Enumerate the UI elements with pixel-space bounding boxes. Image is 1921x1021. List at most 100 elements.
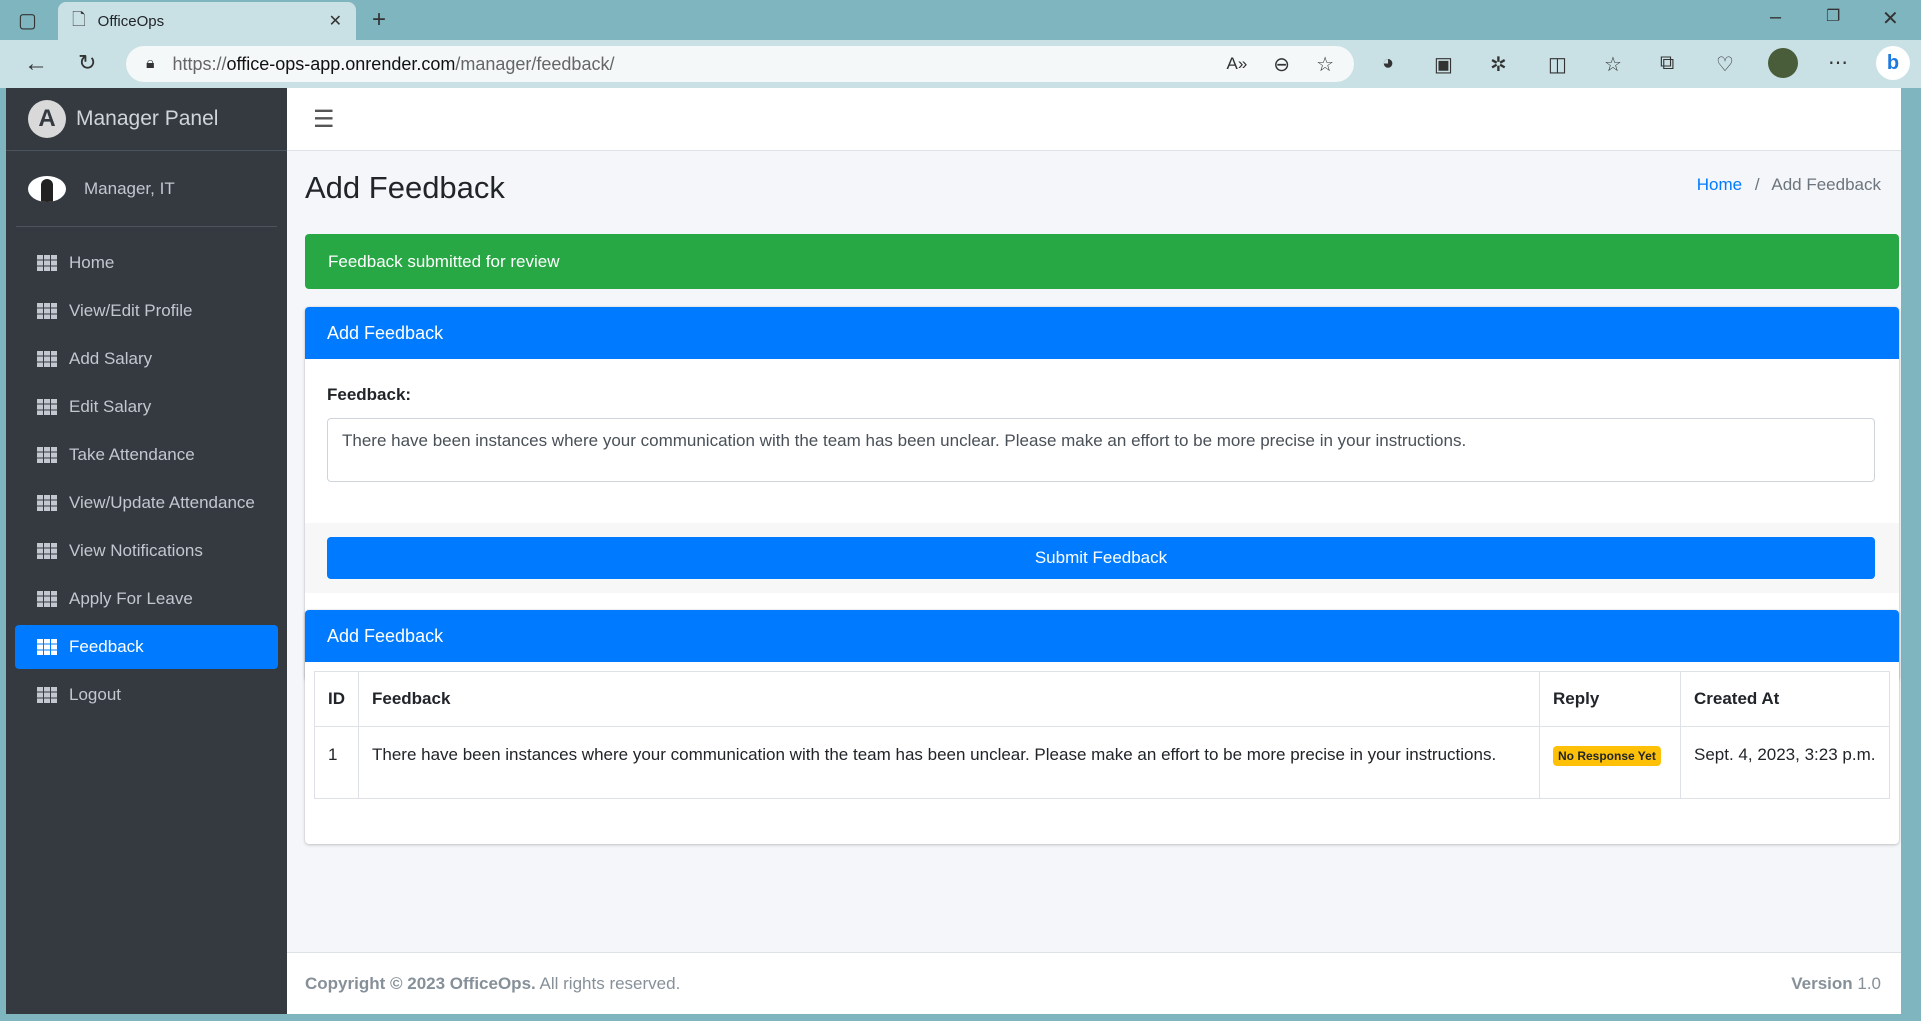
sidebar-item-label: Logout [69, 685, 121, 704]
grid-icon [37, 399, 57, 415]
copyright-bold: Copyright © 2023 OfficeOps. [305, 973, 536, 993]
cell-feedback: There have been instances where your com… [358, 726, 1540, 799]
extensions-icon[interactable]: ✲ [1490, 52, 1507, 77]
brand-link[interactable]: A Manager Panel [6, 88, 287, 151]
lock-icon[interactable]: 🔒︎ [146, 55, 155, 73]
sidebar-item-label: View/Edit Profile [69, 301, 193, 320]
sidebar-item-label: Edit Salary [69, 397, 152, 416]
extension-icon[interactable]: ◕ [1382, 52, 1394, 75]
header-feedback: Feedback [358, 671, 1540, 727]
footer: Copyright © 2023 OfficeOps. All rights r… [287, 952, 1901, 1014]
browser-tab[interactable]: 🗋 OfficeOps ✕ [58, 2, 356, 40]
user-name: Manager, IT [84, 178, 175, 198]
sidebar-item-label: View Notifications [69, 541, 203, 560]
sidebar-item-add-salary[interactable]: Add Salary [15, 337, 278, 381]
pip-icon[interactable]: ▣ [1434, 52, 1453, 77]
tab-title: OfficeOps [97, 12, 165, 30]
close-tab-icon[interactable]: ✕ [329, 11, 342, 31]
sidebar-item-edit-salary[interactable]: Edit Salary [15, 385, 278, 429]
card-title: Add Feedback [327, 625, 444, 646]
url-scheme: https:// [172, 53, 227, 74]
page-icon: 🗋 [72, 9, 86, 29]
feedback-list-card: Add Feedback ID Feedback Reply Created A… [305, 610, 1899, 844]
sidebar-item-label: Add Salary [69, 349, 153, 368]
grid-icon [37, 591, 57, 607]
header-id: ID [314, 671, 359, 727]
submit-feedback-button[interactable]: Submit Feedback [327, 537, 1875, 579]
back-icon[interactable]: ← [24, 50, 48, 78]
favorite-star-icon[interactable]: ☆ [1316, 52, 1334, 77]
grid-icon [37, 303, 57, 319]
close-window-icon[interactable]: ✕ [1882, 6, 1899, 31]
cell-created-at: Sept. 4, 2023, 3:23 p.m. [1680, 726, 1890, 799]
page-title: Add Feedback [305, 170, 505, 205]
sidebar-item-label: Apply For Leave [69, 589, 193, 608]
sidebar-item-label: View/Update Attendance [69, 493, 255, 512]
table-row: 1 There have been instances where your c… [314, 726, 1890, 799]
sidebar-item-logout[interactable]: Logout [15, 673, 278, 717]
grid-icon [37, 639, 57, 655]
sidebar-item-apply-for-leave[interactable]: Apply For Leave [15, 577, 278, 621]
alert-text: Feedback submitted for review [328, 251, 560, 271]
sidebar-item-label: Home [69, 253, 115, 272]
breadcrumb-home[interactable]: Home [1697, 175, 1742, 194]
version-label: Version [1791, 973, 1853, 993]
minimize-icon[interactable]: – [1770, 6, 1781, 29]
status-badge: No Response Yet [1553, 746, 1661, 766]
brand-logo: A [28, 100, 66, 138]
split-screen-icon[interactable]: ◫ [1548, 52, 1567, 77]
avatar [28, 175, 66, 202]
version-number: 1.0 [1852, 973, 1881, 993]
browser-tab-bar: ▢ 🗋 OfficeOps ✕ + – ❐ ✕ [0, 0, 1921, 40]
copyright: Copyright © 2023 OfficeOps. All rights r… [305, 974, 680, 994]
profile-avatar[interactable] [1768, 48, 1798, 78]
collections-icon[interactable]: ⧉ [1660, 52, 1674, 75]
read-aloud-icon[interactable]: A» [1227, 54, 1248, 74]
breadcrumb: Home / Add Feedback [1697, 175, 1881, 195]
sidebar-item-take-attendance[interactable]: Take Attendance [15, 433, 278, 477]
new-tab-icon[interactable]: + [372, 6, 386, 34]
more-icon[interactable]: ⋯ [1828, 50, 1848, 75]
grid-icon [37, 351, 57, 367]
sidebar: A Manager Panel Manager, IT Home View/Edi… [6, 88, 287, 1014]
header-created-at: Created At [1680, 671, 1890, 727]
sidebar-item-label: Feedback [69, 637, 144, 656]
url-path: /manager/feedback/ [455, 53, 615, 74]
restore-icon[interactable]: ❐ [1826, 6, 1840, 26]
feedback-label: Feedback: [327, 385, 412, 404]
header-reply: Reply [1539, 671, 1681, 727]
breadcrumb-current: Add Feedback [1771, 175, 1881, 194]
cell-reply: No Response Yet [1539, 726, 1681, 799]
card-header: Add Feedback [305, 307, 1899, 359]
hamburger-menu-icon[interactable]: ☰ [313, 105, 335, 134]
health-icon[interactable]: ♡ [1716, 52, 1734, 77]
content-wrapper: ☰ Add Feedback Home / Add Feedback Feedb… [287, 88, 1901, 1014]
sidebar-item-view-edit-profile[interactable]: View/Edit Profile [15, 289, 278, 333]
cell-id: 1 [314, 726, 359, 799]
user-panel[interactable]: Manager, IT [16, 151, 277, 227]
version: Version 1.0 [1791, 974, 1881, 994]
sidebar-toggle-icon[interactable]: ▢ [18, 8, 37, 33]
feedback-textarea[interactable]: There have been instances where your com… [327, 418, 1875, 482]
sidebar-item-feedback[interactable]: Feedback [15, 625, 278, 669]
grid-icon [37, 447, 57, 463]
top-navbar: ☰ [287, 88, 1901, 151]
sidebar-item-home[interactable]: Home [15, 241, 278, 285]
grid-icon [37, 255, 57, 271]
favorites-icon[interactable]: ☆ [1604, 52, 1622, 77]
address-bar[interactable]: 🔒︎ https://office-ops-app.onrender.com/m… [126, 46, 1354, 82]
sidebar-item-view-notifications[interactable]: View Notifications [15, 529, 278, 573]
sidebar-nav: Home View/Edit Profile Add Salary Edit Sala… [6, 227, 287, 717]
card-header: Add Feedback [305, 610, 1899, 662]
grid-icon [37, 543, 57, 559]
feedback-table: ID Feedback Reply Created At 1 There hav… [314, 671, 1890, 799]
brand-text: Manager Panel [76, 107, 219, 130]
sidebar-item-view-update-attendance[interactable]: View/Update Attendance [15, 481, 278, 525]
refresh-icon[interactable]: ↻ [78, 50, 96, 76]
url-host: office-ops-app.onrender.com [226, 53, 456, 74]
zoom-out-icon[interactable]: ⊖ [1273, 52, 1290, 77]
bing-icon[interactable]: b [1876, 46, 1910, 80]
sidebar-item-label: Take Attendance [69, 445, 195, 464]
card-title: Add Feedback [327, 322, 444, 343]
success-alert: Feedback submitted for review [305, 234, 1899, 289]
